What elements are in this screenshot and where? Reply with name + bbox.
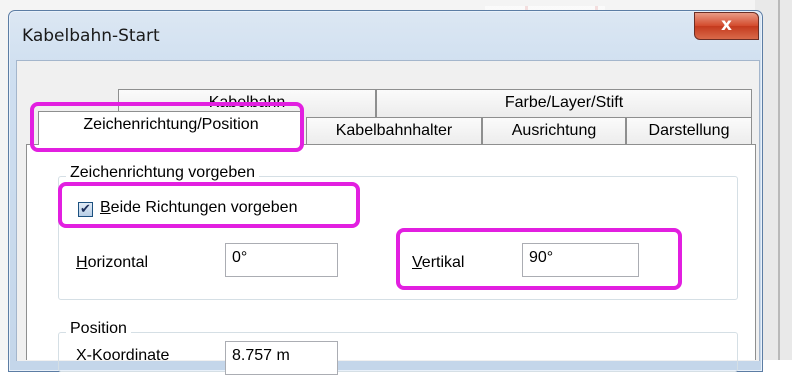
- x-coordinate-label: X-Koordinate: [76, 347, 170, 364]
- vertical-label: Vertikal: [412, 254, 465, 271]
- tab-zeichenrichtung-position[interactable]: Zeichenrichtung/Position: [38, 111, 304, 145]
- x-coordinate-input[interactable]: 8.757 m: [225, 341, 338, 375]
- tab-ausrichtung[interactable]: Ausrichtung: [482, 117, 626, 145]
- direction-group-title: Zeichenrichtung vorgeben: [66, 164, 260, 182]
- both-directions-label-rest: eide Richtungen vorgeben: [110, 199, 298, 216]
- tab-darstellung[interactable]: Darstellung: [626, 117, 752, 145]
- vertical-input[interactable]: 90°: [522, 243, 639, 277]
- tab-kabelbahnhalter[interactable]: Kabelbahnhalter: [306, 117, 482, 145]
- both-directions-checkbox[interactable]: ✔: [78, 202, 93, 217]
- close-button[interactable]: x: [694, 12, 759, 40]
- position-group-title: Position: [66, 320, 131, 338]
- direction-group: [58, 176, 738, 300]
- window-title: Kabelbahn-Start: [22, 26, 160, 46]
- background-divider: [778, 0, 780, 360]
- horizontal-label: Horizontal: [76, 254, 149, 271]
- both-directions-label[interactable]: Beide Richtungen vorgeben: [100, 199, 297, 217]
- tab-farbe-layer-stift[interactable]: Farbe/Layer/Stift: [376, 89, 752, 117]
- horizontal-input[interactable]: 0°: [225, 243, 338, 277]
